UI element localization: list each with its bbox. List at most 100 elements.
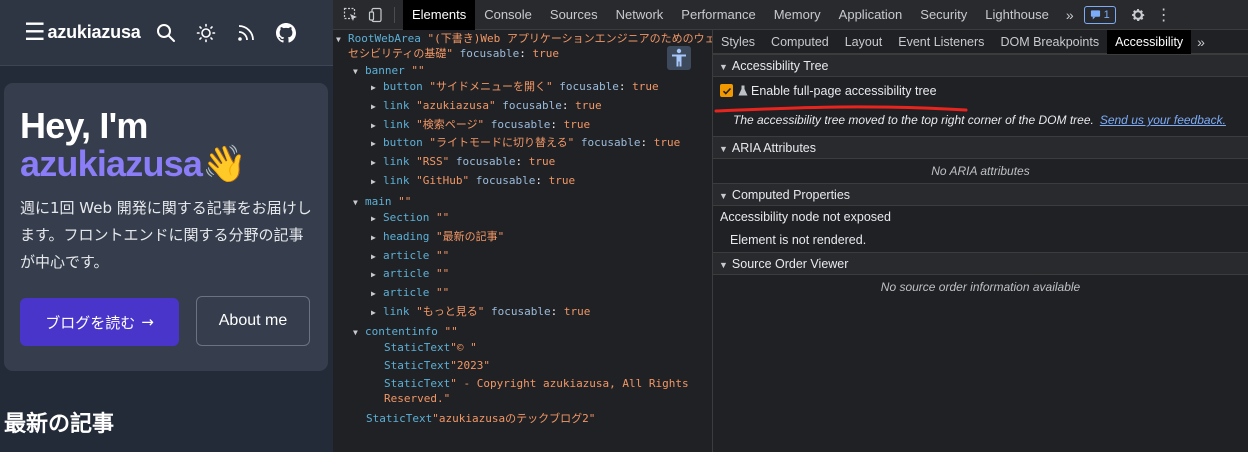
collapsed-triangle-icon[interactable]: ▶	[371, 285, 383, 303]
node-role: link	[383, 117, 410, 131]
tree-row-trailing-statictext[interactable]: StaticText"azukiazusaのテックブログ2"	[366, 410, 595, 428]
tab-performance[interactable]: Performance	[672, 0, 764, 30]
menu-icon[interactable]: ☰	[24, 20, 46, 45]
collapsed-triangle-icon[interactable]: ▶	[371, 266, 383, 284]
section-computed-properties[interactable]: ▼ Computed Properties	[713, 183, 1248, 206]
side-tab-styles[interactable]: Styles	[713, 30, 763, 54]
node-name: "© "	[450, 341, 477, 354]
devtools-panel: Elements Console Sources Network Performance…	[333, 0, 1248, 452]
inspect-element-icon[interactable]	[343, 7, 359, 23]
side-tab-computed[interactable]: Computed	[763, 30, 837, 54]
kebab-menu-icon[interactable]: ⋮	[1156, 5, 1172, 25]
side-tab-accessibility[interactable]: Accessibility	[1107, 29, 1192, 54]
read-blog-button[interactable]: ブログを読む →	[20, 298, 179, 346]
tree-row-statictext-cont: Reserved."	[384, 390, 450, 408]
accessibility-person-button[interactable]	[667, 46, 691, 70]
section-accessibility-tree[interactable]: ▼ Accessibility Tree	[713, 54, 1248, 77]
accessibility-person-icon	[672, 48, 686, 67]
node-name: "2023"	[450, 359, 490, 372]
enable-full-page-tree-checkbox[interactable]	[720, 84, 733, 97]
collapsed-triangle-icon[interactable]: ▶	[371, 173, 383, 191]
chat-icon	[1090, 10, 1100, 20]
node-name: "ライトモードに切り替える"	[429, 136, 575, 150]
tree-row-link[interactable]: ▶ link "GitHub" focusable: true	[371, 172, 575, 190]
more-tabs-button[interactable]: »	[1058, 7, 1082, 23]
sun-icon[interactable]	[196, 23, 216, 43]
search-icon[interactable]	[156, 23, 176, 43]
issues-badge[interactable]: 1	[1083, 5, 1116, 24]
expand-triangle-icon[interactable]: ▼	[336, 31, 348, 49]
accessibility-tree: ▼ RootWebArea "(下書き)Web アプリケーションエンジニアのための…	[333, 30, 713, 452]
node-value: true	[528, 155, 556, 169]
tree-row-statictext[interactable]: StaticText"2023"	[384, 357, 490, 375]
node-not-exposed: Accessibility node not exposed	[720, 210, 891, 224]
node-role: link	[383, 155, 410, 169]
collapsed-triangle-icon[interactable]: ▶	[371, 98, 383, 116]
tree-row-button[interactable]: ▶ button "サイドメニューを開く" focusable: true	[371, 78, 659, 96]
tree-row-button[interactable]: ▶ button "ライトモードに切り替える" focusable: true	[371, 134, 680, 152]
about-me-button[interactable]: About me	[196, 296, 310, 346]
toolbar-divider	[394, 6, 395, 23]
collapsed-triangle-icon[interactable]: ▶	[371, 154, 383, 172]
node-name: ""	[435, 211, 450, 224]
read-blog-label: ブログを読む	[45, 313, 136, 332]
hero-name: azukiazusa	[20, 143, 203, 184]
tree-row-section[interactable]: ▶ Section ""	[371, 209, 449, 227]
section-aria-attributes[interactable]: ▼ ARIA Attributes	[713, 136, 1248, 159]
gear-icon[interactable]	[1130, 7, 1146, 23]
collapsed-triangle-icon[interactable]: ▶	[371, 229, 383, 247]
feedback-link[interactable]: Send us your feedback.	[1100, 113, 1226, 127]
tree-row-article[interactable]: ▶ article ""	[371, 284, 449, 302]
more-side-tabs-button[interactable]: »	[1191, 34, 1211, 50]
tree-row-statictext[interactable]: StaticText"© "	[384, 339, 477, 357]
collapsed-triangle-icon[interactable]: ▶	[371, 135, 383, 153]
tab-sources[interactable]: Sources	[541, 0, 607, 30]
tab-elements[interactable]: Elements	[403, 0, 476, 30]
site-logo-link[interactable]: azukiazusa	[48, 22, 141, 43]
devtools-main-tabbar: Elements Console Sources Network Performance…	[333, 0, 1248, 30]
wave-emoji: 👋	[202, 143, 247, 184]
tree-row-link[interactable]: ▶ link "RSS" focusable: true	[371, 153, 555, 171]
tab-application[interactable]: Application	[830, 0, 912, 30]
arrow-right-icon: →	[141, 313, 154, 331]
expand-triangle-icon[interactable]: ▼	[353, 324, 365, 342]
node-role: StaticText	[384, 377, 451, 390]
node-attr: focusable	[559, 80, 619, 93]
section-source-order-viewer[interactable]: ▼ Source Order Viewer	[713, 252, 1248, 275]
collapsed-triangle-icon[interactable]: ▶	[371, 210, 383, 228]
node-name: "(下書き)Web アプリケーションエンジニアのためのウェブアク	[427, 32, 713, 45]
collapsed-triangle-icon[interactable]: ▶	[371, 117, 383, 135]
rss-icon[interactable]	[236, 23, 256, 43]
tree-row-heading[interactable]: ▶ heading "最新の記事"	[371, 228, 504, 246]
side-tab-dom-breakpoints[interactable]: DOM Breakpoints	[992, 30, 1107, 54]
tab-memory[interactable]: Memory	[765, 0, 830, 30]
tree-row-link[interactable]: ▶ link "もっと見る" focusable: true	[371, 303, 590, 321]
node-role: StaticText	[366, 412, 433, 425]
node-role: link	[383, 174, 410, 187]
collapsed-triangle-icon[interactable]: ▶	[371, 304, 383, 322]
expand-triangle-icon[interactable]: ▼	[353, 194, 365, 212]
site-header: ☰ azukiazusa	[0, 0, 333, 66]
side-tab-layout[interactable]: Layout	[837, 30, 891, 54]
side-tab-event-listeners[interactable]: Event Listeners	[890, 30, 992, 54]
collapsed-triangle-icon[interactable]: ▶	[371, 79, 383, 97]
tree-row-link[interactable]: ▶ link "検索ページ" focusable: true	[371, 116, 590, 134]
tree-row-link[interactable]: ▶ link "azukiazusa" focusable: true	[371, 97, 602, 115]
tree-moved-note: The accessibility tree moved to the top …	[720, 104, 1248, 136]
hero-card: Hey, I'm azukiazusa👋 週に1回 Web 開発に関する記事をお…	[4, 83, 328, 371]
collapsed-triangle-icon[interactable]: ▶	[371, 248, 383, 266]
tree-row-article[interactable]: ▶ article ""	[371, 265, 449, 283]
enable-full-page-tree-label[interactable]: Enable full-page accessibility tree	[751, 84, 937, 98]
node-role: article	[383, 286, 430, 300]
github-icon[interactable]	[275, 22, 296, 43]
device-toolbar-icon[interactable]	[368, 7, 384, 23]
tab-console[interactable]: Console	[475, 0, 541, 30]
tree-row-article[interactable]: ▶ article ""	[371, 247, 449, 265]
node-role: StaticText	[384, 341, 451, 354]
element-not-rendered: Element is not rendered.	[730, 233, 867, 247]
node-name: "最新の記事"	[435, 229, 505, 243]
expand-triangle-icon[interactable]: ▼	[353, 63, 365, 81]
tab-network[interactable]: Network	[607, 0, 673, 30]
tab-lighthouse[interactable]: Lighthouse	[976, 0, 1058, 30]
tab-security[interactable]: Security	[911, 0, 976, 30]
